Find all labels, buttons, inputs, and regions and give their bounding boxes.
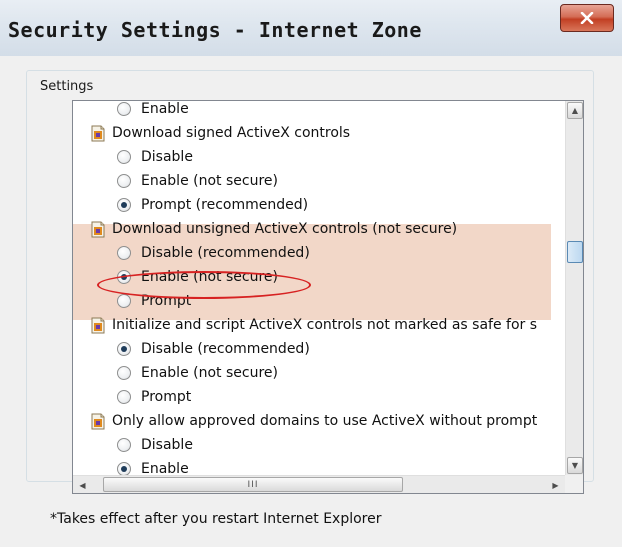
radio-option-label[interactable]: Enable bbox=[141, 101, 189, 117]
setting-category-label: Only allow approved domains to use Activ… bbox=[112, 413, 538, 429]
radio-button[interactable] bbox=[117, 294, 131, 308]
arrow-right-icon: ▶ bbox=[552, 480, 559, 490]
setting-option-row[interactable]: Prompt bbox=[73, 386, 565, 410]
radio-option-label[interactable]: Disable bbox=[141, 437, 193, 453]
radio-button[interactable] bbox=[117, 462, 131, 475]
horizontal-scroll-thumb[interactable]: III bbox=[103, 477, 403, 492]
settings-list: Enable Download signed ActiveX controls Di… bbox=[72, 100, 584, 494]
scroll-down-button[interactable]: ▼ bbox=[567, 457, 583, 474]
radio-option-label[interactable]: Prompt bbox=[141, 389, 191, 405]
radio-option-label[interactable]: Disable (recommended) bbox=[141, 341, 310, 357]
setting-option-row[interactable]: Disable (recommended) bbox=[73, 242, 565, 266]
setting-option-row[interactable]: Enable (not secure) bbox=[73, 170, 565, 194]
horizontal-scrollbar[interactable]: ◀ III ▶ bbox=[73, 475, 565, 493]
radio-option-label[interactable]: Enable (not secure) bbox=[141, 365, 278, 381]
setting-option-row[interactable]: Enable (not secure) bbox=[73, 362, 565, 386]
setting-option-row[interactable]: Enable bbox=[73, 458, 565, 475]
radio-button[interactable] bbox=[117, 366, 131, 380]
settings-group-label: Settings bbox=[37, 79, 97, 94]
restart-footnote: *Takes effect after you restart Internet… bbox=[50, 511, 382, 527]
security-settings-dialog: Security Settings - Internet Zone Settin… bbox=[0, 0, 622, 547]
radio-option-label[interactable]: Prompt (recommended) bbox=[141, 197, 308, 213]
scrollbar-corner bbox=[565, 475, 583, 493]
arrow-down-icon: ▼ bbox=[571, 461, 579, 470]
arrow-left-icon: ◀ bbox=[79, 480, 86, 490]
radio-button[interactable] bbox=[117, 438, 131, 452]
scroll-up-button[interactable]: ▲ bbox=[567, 102, 583, 119]
settings-category-icon bbox=[91, 317, 105, 334]
radio-button[interactable] bbox=[117, 246, 131, 260]
settings-category-icon bbox=[91, 125, 105, 142]
setting-category-row: Only allow approved domains to use Activ… bbox=[73, 410, 565, 434]
setting-category-row: Download unsigned ActiveX controls (not … bbox=[73, 218, 565, 242]
radio-button[interactable] bbox=[117, 102, 131, 116]
radio-option-label[interactable]: Disable bbox=[141, 149, 193, 165]
settings-list-viewport[interactable]: Enable Download signed ActiveX controls Di… bbox=[73, 101, 565, 475]
close-icon bbox=[580, 12, 594, 24]
close-button[interactable] bbox=[560, 4, 614, 32]
radio-button[interactable] bbox=[117, 198, 131, 212]
setting-option-row[interactable]: Prompt bbox=[73, 290, 565, 314]
setting-option-row[interactable]: Enable (not secure) bbox=[73, 266, 565, 290]
setting-category-label: Download unsigned ActiveX controls (not … bbox=[112, 221, 458, 237]
vertical-scrollbar[interactable]: ▲ ▼ bbox=[565, 101, 583, 475]
radio-option-label[interactable]: Prompt bbox=[141, 293, 191, 309]
radio-button[interactable] bbox=[117, 150, 131, 164]
settings-category-icon bbox=[91, 413, 105, 430]
radio-button[interactable] bbox=[117, 390, 131, 404]
setting-option-row[interactable]: Disable bbox=[73, 146, 565, 170]
radio-option-label[interactable]: Enable (not secure) bbox=[141, 269, 278, 285]
radio-option-label[interactable]: Enable (not secure) bbox=[141, 173, 278, 189]
vertical-scroll-thumb[interactable] bbox=[567, 241, 583, 263]
arrow-up-icon: ▲ bbox=[571, 106, 579, 115]
setting-category-label: Initialize and script ActiveX controls n… bbox=[112, 317, 538, 333]
setting-option-row[interactable]: Disable bbox=[73, 434, 565, 458]
setting-option-row[interactable]: Enable bbox=[73, 101, 565, 122]
radio-button[interactable] bbox=[117, 174, 131, 188]
setting-category-label: Download signed ActiveX controls bbox=[112, 125, 351, 141]
scroll-grip-icon: III bbox=[247, 479, 259, 490]
scroll-left-button[interactable]: ◀ bbox=[74, 477, 91, 493]
radio-button[interactable] bbox=[117, 270, 131, 284]
radio-option-label[interactable]: Disable (recommended) bbox=[141, 245, 310, 261]
title-bar: Security Settings - Internet Zone bbox=[0, 0, 622, 56]
radio-option-label[interactable]: Enable bbox=[141, 461, 189, 475]
window-title: Security Settings - Internet Zone bbox=[8, 18, 422, 42]
setting-option-row[interactable]: Disable (recommended) bbox=[73, 338, 565, 362]
settings-category-icon bbox=[91, 221, 105, 238]
setting-category-row: Initialize and script ActiveX controls n… bbox=[73, 314, 565, 338]
setting-category-row: Download signed ActiveX controls bbox=[73, 122, 565, 146]
radio-button[interactable] bbox=[117, 342, 131, 356]
scroll-right-button[interactable]: ▶ bbox=[547, 477, 564, 493]
setting-option-row[interactable]: Prompt (recommended) bbox=[73, 194, 565, 218]
